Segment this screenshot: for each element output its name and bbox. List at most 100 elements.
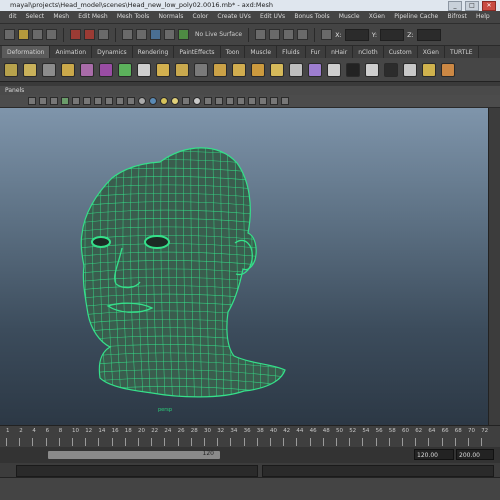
motion-blur-icon[interactable] bbox=[237, 97, 245, 105]
shelf-tool-icon[interactable] bbox=[156, 62, 170, 77]
camera-attributes-icon[interactable] bbox=[28, 97, 36, 105]
select-by-hierarchy-icon[interactable] bbox=[70, 29, 81, 40]
open-scene-icon[interactable] bbox=[32, 29, 43, 40]
shelf-tool-icon[interactable] bbox=[118, 62, 132, 77]
shelf-tool-icon[interactable] bbox=[365, 62, 379, 77]
menu-help[interactable]: Help bbox=[471, 11, 494, 23]
shelf-tab-rendering[interactable]: Rendering bbox=[133, 46, 175, 58]
shelf-tab-animation[interactable]: Animation bbox=[50, 46, 93, 58]
snap-grid-icon[interactable] bbox=[122, 29, 133, 40]
shelf-tool-icon[interactable] bbox=[137, 62, 151, 77]
range-max-field[interactable]: 200.00 bbox=[456, 449, 494, 460]
shelf-tool-icon[interactable] bbox=[384, 62, 398, 77]
shelf-tool-icon[interactable] bbox=[422, 62, 436, 77]
hud-icon[interactable] bbox=[270, 97, 278, 105]
menu-select[interactable]: Select bbox=[21, 11, 49, 23]
gate-mask-icon[interactable] bbox=[94, 97, 102, 105]
command-input[interactable] bbox=[16, 465, 258, 477]
depth-of-field-icon[interactable] bbox=[259, 97, 267, 105]
range-end-field[interactable]: 120.00 bbox=[414, 449, 454, 460]
shelf-tab-fluids[interactable]: Fluids bbox=[277, 46, 306, 58]
menu-muscle[interactable]: Muscle bbox=[334, 11, 364, 23]
shadows-icon[interactable] bbox=[182, 97, 190, 105]
menu-create-uvs[interactable]: Create UVs bbox=[213, 11, 256, 23]
render-icon[interactable] bbox=[255, 29, 267, 40]
lighting-icon[interactable] bbox=[171, 97, 179, 105]
menu-normals[interactable]: Normals bbox=[154, 11, 188, 23]
render-settings-icon[interactable] bbox=[283, 29, 295, 40]
menu-dit[interactable]: dit bbox=[4, 11, 21, 23]
shelf-tool-icon[interactable] bbox=[251, 62, 265, 77]
shelf-tab-ncloth[interactable]: nCloth bbox=[353, 46, 384, 58]
menu-xgen[interactable]: XGen bbox=[364, 11, 389, 23]
shelf-tab-toon[interactable]: Toon bbox=[221, 46, 246, 58]
shelf-tab-dynamics[interactable]: Dynamics bbox=[92, 46, 133, 58]
shelf-tool-icon[interactable] bbox=[80, 62, 94, 77]
shelf-tool-icon[interactable] bbox=[175, 62, 189, 77]
shelf-tool-icon[interactable] bbox=[99, 62, 113, 77]
time-slider[interactable]: 1 2 4 6 8 10 12 14 16 18 20 22 24 26 28 30 32 34 36 38 40 42 4… bbox=[0, 425, 500, 447]
panels-menu[interactable]: Panels bbox=[5, 87, 24, 94]
head-mesh[interactable] bbox=[0, 108, 488, 425]
shelf-tab-xgen[interactable]: XGen bbox=[418, 46, 445, 58]
shelf-tool-icon[interactable] bbox=[42, 62, 56, 77]
shelf-tool-icon[interactable] bbox=[232, 62, 246, 77]
menu-mesh-tools[interactable]: Mesh Tools bbox=[112, 11, 154, 23]
menu-edit-uvs[interactable]: Edit UVs bbox=[255, 11, 289, 23]
shelf-tab-turtle[interactable]: TURTLE bbox=[445, 46, 479, 58]
snap-curve-icon[interactable] bbox=[136, 29, 147, 40]
ipr-render-icon[interactable] bbox=[269, 29, 281, 40]
range-slider[interactable]: 120 120.00 200.00 bbox=[0, 447, 500, 463]
menu-bifrost[interactable]: Bifrost bbox=[443, 11, 472, 23]
safe-action-icon[interactable] bbox=[116, 97, 124, 105]
camera-icon[interactable] bbox=[281, 97, 289, 105]
x-field[interactable] bbox=[344, 28, 369, 41]
bookmarks-icon[interactable] bbox=[39, 97, 47, 105]
field-chart-icon[interactable] bbox=[105, 97, 113, 105]
shelf-tool-icon[interactable] bbox=[61, 62, 75, 77]
wireframe-on-shaded-icon[interactable] bbox=[149, 97, 157, 105]
shelf-tab-deformation[interactable]: Deformation bbox=[2, 46, 51, 58]
shelf-tool-icon[interactable] bbox=[194, 62, 208, 77]
xray-joints-icon[interactable] bbox=[215, 97, 223, 105]
minimize-button[interactable]: _ bbox=[448, 1, 462, 11]
anti-aliasing-icon[interactable] bbox=[248, 97, 256, 105]
snap-view-plane-icon[interactable] bbox=[164, 29, 175, 40]
hypershade-icon[interactable] bbox=[297, 29, 309, 40]
shelf-tool-icon[interactable] bbox=[289, 62, 303, 77]
shelf-tab-custom[interactable]: Custom bbox=[384, 46, 418, 58]
isolate-select-icon[interactable] bbox=[193, 97, 201, 105]
smooth-shade-icon[interactable] bbox=[138, 97, 146, 105]
menu-set-icon[interactable] bbox=[4, 29, 15, 40]
shelf-tab-nhair[interactable]: nHair bbox=[326, 46, 354, 58]
shelf-tab-painteffects[interactable]: PaintEffects bbox=[174, 46, 221, 58]
shelf-tool-icon[interactable] bbox=[403, 62, 417, 77]
xray-icon[interactable] bbox=[204, 97, 212, 105]
shelf-tab-fur[interactable]: Fur bbox=[306, 46, 327, 58]
range-slider-bar[interactable]: 120 bbox=[48, 450, 220, 459]
textured-icon[interactable] bbox=[160, 97, 168, 105]
maximize-button[interactable]: □ bbox=[465, 1, 479, 11]
save-scene-icon[interactable] bbox=[46, 29, 57, 40]
grid-icon[interactable] bbox=[61, 97, 69, 105]
transform-mode-icon[interactable] bbox=[321, 29, 333, 40]
make-live-icon[interactable] bbox=[178, 29, 189, 40]
shelf-tool-icon[interactable] bbox=[346, 62, 360, 77]
close-button[interactable]: ✕ bbox=[482, 1, 496, 11]
menu-mesh[interactable]: Mesh bbox=[49, 11, 74, 23]
shelf-tab-muscle[interactable]: Muscle bbox=[245, 46, 278, 58]
shelf-tool-icon[interactable] bbox=[441, 62, 455, 77]
resolution-gate-icon[interactable] bbox=[83, 97, 91, 105]
menu-edit-mesh[interactable]: Edit Mesh bbox=[74, 11, 113, 23]
z-field[interactable] bbox=[416, 28, 441, 41]
snap-point-icon[interactable] bbox=[150, 29, 161, 40]
select-by-object-icon[interactable] bbox=[84, 29, 95, 40]
film-gate-icon[interactable] bbox=[72, 97, 80, 105]
shelf-tool-icon[interactable] bbox=[327, 62, 341, 77]
shelf-tool-icon[interactable] bbox=[308, 62, 322, 77]
menu-pipeline-cache[interactable]: Pipeline Cache bbox=[390, 11, 443, 23]
ambient-occlusion-icon[interactable] bbox=[226, 97, 234, 105]
image-plane-icon[interactable] bbox=[50, 97, 58, 105]
menu-color[interactable]: Color bbox=[188, 11, 213, 23]
menu-bonus-tools[interactable]: Bonus Tools bbox=[290, 11, 334, 23]
